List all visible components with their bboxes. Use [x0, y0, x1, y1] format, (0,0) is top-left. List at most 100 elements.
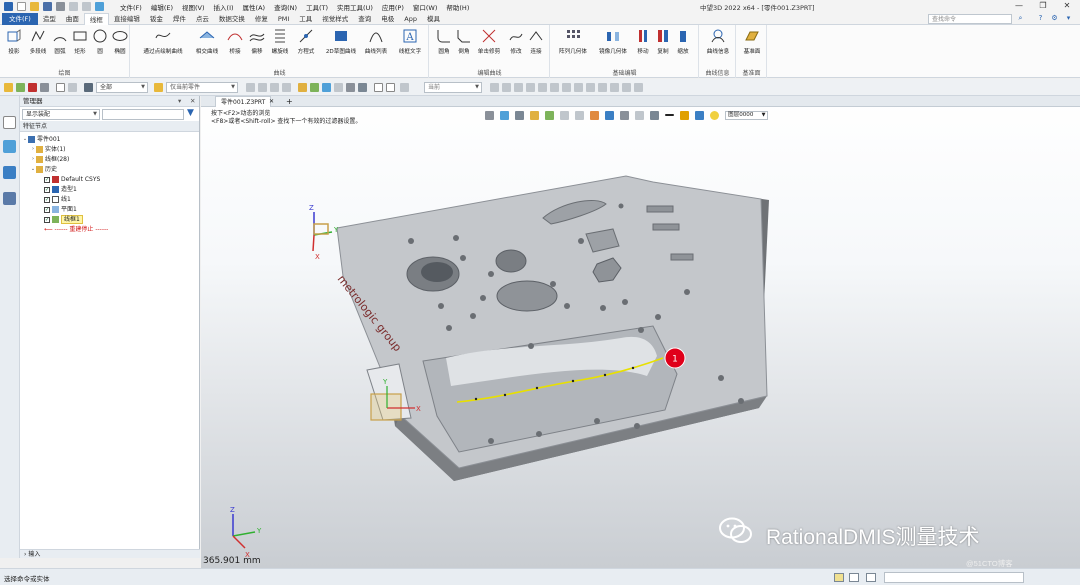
direction-combo[interactable]: 当前 ▼ — [424, 82, 482, 93]
funnel-filter-icon[interactable]: ▼ — [187, 108, 194, 118]
menu-help[interactable]: 帮助(H) — [446, 2, 469, 12]
point-icon[interactable] — [56, 83, 65, 92]
tree-node[interactable]: ⌄ 零件001 — [22, 135, 60, 144]
tree-node-selected[interactable]: ✓ 线框1 — [44, 215, 83, 224]
menu-query[interactable]: 查询(N) — [274, 2, 297, 12]
wire-text-button[interactable]: A 线框文字 — [393, 28, 427, 55]
viewport[interactable]: 零件001.Z3PRT ✕ + 按下<F2>动态的浏览 <F8>或者<Shift… — [201, 96, 1080, 568]
tree-node[interactable]: ✓ Default CSYS — [44, 175, 100, 184]
vertex-icon[interactable] — [334, 83, 343, 92]
settings-icon[interactable]: ⚙ — [1050, 14, 1059, 23]
manager-tab-icon[interactable] — [3, 116, 16, 129]
intersect-curve-button[interactable]: 相交曲线 — [191, 28, 223, 55]
status-toggle-a-icon[interactable] — [834, 573, 844, 582]
tree-node[interactable]: ✓ 造型1 — [44, 185, 77, 194]
panel-close-icon[interactable]: ✕ — [190, 96, 195, 107]
visibility-checkbox[interactable]: ✓ — [44, 176, 50, 183]
input-section[interactable]: › 输入 — [20, 549, 200, 558]
curve-info-button[interactable]: 曲线信息 — [702, 28, 734, 55]
toggle-a-icon[interactable] — [246, 83, 255, 92]
tab-app[interactable]: App — [399, 13, 422, 25]
toggle-d-icon[interactable] — [282, 83, 291, 92]
scale-button[interactable]: 缩放 — [671, 28, 695, 55]
tangent-tool-icon[interactable] — [538, 83, 547, 92]
menu-tools[interactable]: 工具(T) — [306, 2, 328, 12]
menu-file[interactable]: 文件(F) — [120, 2, 142, 12]
arrow-down-icon[interactable]: ▾ — [1064, 14, 1073, 23]
close-button[interactable]: ✕ — [1058, 0, 1076, 12]
parallel-tool-icon[interactable] — [550, 83, 559, 92]
ellipse-button[interactable]: 椭圆 — [106, 28, 134, 55]
face-icon[interactable] — [310, 83, 319, 92]
tree-node[interactable]: ⌄ 历史 — [30, 165, 57, 174]
angle-tool-icon[interactable] — [502, 83, 511, 92]
users-tab-icon[interactable] — [3, 192, 16, 205]
tab-surface[interactable]: 曲面 — [61, 13, 84, 25]
tab-visual-style[interactable]: 视觉样式 — [317, 13, 353, 25]
undo-icon[interactable] — [69, 2, 78, 11]
solid-select-icon[interactable] — [358, 83, 367, 92]
menu-attribute[interactable]: 属性(A) — [243, 2, 266, 12]
tree-node[interactable]: › 线框(28) — [30, 155, 69, 164]
near-tool-icon[interactable] — [610, 83, 619, 92]
status-toggle-c-icon[interactable] — [866, 573, 876, 582]
lock-icon[interactable] — [386, 83, 395, 92]
menu-apps[interactable]: 应用(P) — [382, 2, 404, 12]
menu-view[interactable]: 视图(V) — [182, 2, 205, 12]
trim-button[interactable]: 单击修剪 — [474, 28, 504, 55]
new-file-icon[interactable] — [17, 2, 26, 11]
tab-point-cloud[interactable]: 点云 — [191, 13, 214, 25]
quad-tool-icon[interactable] — [598, 83, 607, 92]
tab-data-exchange[interactable]: 数据交换 — [214, 13, 250, 25]
command-search-input[interactable]: 查找命令 — [928, 14, 1012, 24]
print-icon[interactable] — [56, 2, 65, 11]
menu-utilities[interactable]: 实用工具(U) — [337, 2, 373, 12]
snap-tool-icon[interactable] — [634, 83, 643, 92]
manager-search-input[interactable] — [102, 109, 184, 120]
checkbox-icon[interactable] — [374, 83, 383, 92]
part-scope-icon[interactable] — [154, 83, 163, 92]
tree-node[interactable]: ✓ 平面1 — [44, 205, 77, 214]
slope-tool-icon[interactable] — [514, 83, 523, 92]
tab-electrode[interactable]: 电极 — [376, 13, 399, 25]
box-icon[interactable] — [298, 83, 307, 92]
pin-icon[interactable]: ▾ — [178, 96, 181, 107]
redo-icon[interactable] — [82, 2, 91, 11]
tab-repair[interactable]: 修复 — [250, 13, 273, 25]
datum-plane-button[interactable]: 基准面 — [738, 28, 766, 55]
menu-window[interactable]: 窗口(W) — [413, 2, 438, 12]
filter-list-icon[interactable] — [40, 83, 49, 92]
tree-node[interactable]: › 实体(1) — [30, 145, 66, 154]
curve-through-points-button[interactable]: 通过点绘制曲线 — [135, 28, 191, 55]
tab-weldment[interactable]: 焊件 — [168, 13, 191, 25]
filter-icon[interactable] — [84, 83, 93, 92]
tab-query[interactable]: 查询 — [353, 13, 376, 25]
menu-edit[interactable]: 编辑(E) — [151, 2, 173, 12]
pattern-button[interactable]: 阵列几何体 — [553, 28, 593, 55]
select-arrow-icon[interactable] — [4, 83, 13, 92]
connect-button[interactable]: 连接 — [522, 28, 550, 55]
tab-mold[interactable]: 模具 — [422, 13, 445, 25]
curve-select-icon[interactable] — [346, 83, 355, 92]
open-folder-icon[interactable] — [30, 2, 39, 11]
rebuild-stop-marker[interactable]: ⟵ ------ 重建停止 ------ — [44, 225, 108, 234]
perp-tool-icon[interactable] — [526, 83, 535, 92]
filter-combo[interactable]: 全部 ▼ — [96, 82, 148, 93]
tab-file[interactable]: 文件(F) — [2, 12, 38, 25]
tab-sheet-metal[interactable]: 钣金 — [145, 13, 168, 25]
display-assembly-combo[interactable]: 显示装配 ▼ — [22, 109, 100, 120]
axis-icon[interactable] — [400, 83, 409, 92]
toggle-c-icon[interactable] — [270, 83, 279, 92]
history-tab-icon[interactable] — [3, 140, 16, 153]
menu-insert[interactable]: 插入(I) — [214, 2, 234, 12]
tree-node[interactable]: ✓ 线1 — [44, 195, 71, 204]
end-tool-icon[interactable] — [586, 83, 595, 92]
edge-icon[interactable] — [322, 83, 331, 92]
tab-direct-edit[interactable]: 直接编辑 — [109, 13, 145, 25]
mirror-button[interactable]: 镜像几何体 — [593, 28, 633, 55]
visibility-checkbox[interactable]: ✓ — [44, 206, 50, 213]
center-tool-icon[interactable] — [562, 83, 571, 92]
status-input[interactable] — [884, 572, 1024, 583]
pick-icon[interactable] — [16, 83, 25, 92]
restore-button[interactable]: ❐ — [1034, 0, 1052, 12]
